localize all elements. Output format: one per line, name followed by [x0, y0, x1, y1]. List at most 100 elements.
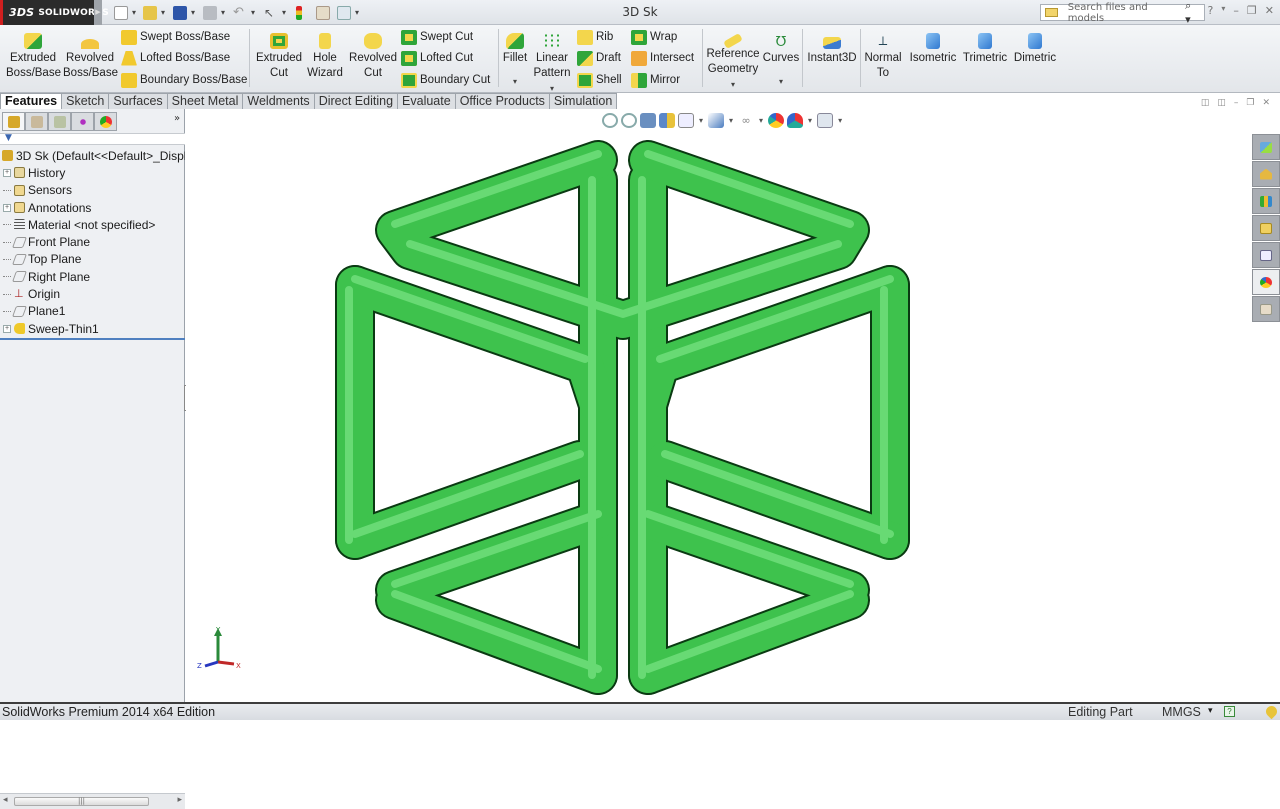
custom-properties-tab[interactable]: [1252, 296, 1280, 322]
search-box[interactable]: Search files and models ⌕ ▾: [1040, 0, 1205, 26]
tab-direct-editing[interactable]: Direct Editing: [314, 93, 399, 109]
tree-item-root[interactable]: 3D Sk (Default<<Default>_Display State 1…: [0, 147, 185, 164]
expand-icon[interactable]: +: [3, 203, 11, 212]
3d-model-swept-cube[interactable]: [186, 109, 1280, 702]
curves-button[interactable]: ℧ Curves ▾: [762, 31, 800, 89]
rollback-bar[interactable]: [0, 338, 185, 340]
search-input[interactable]: Search files and models: [1068, 2, 1185, 24]
expand-icon[interactable]: +: [3, 324, 11, 333]
view-orientation-icon[interactable]: [678, 113, 694, 128]
tab-sketch[interactable]: Sketch: [62, 93, 110, 109]
apply-scene-icon[interactable]: [787, 113, 804, 128]
viewport-restore-button[interactable]: ❐: [1246, 98, 1254, 108]
help-icon[interactable]: ?: [1208, 4, 1214, 17]
view-settings-icon[interactable]: [817, 113, 834, 128]
tree-item-top-plane[interactable]: Top Plane: [0, 251, 185, 268]
dimxpert-manager-tab[interactable]: [71, 112, 94, 131]
rebuild-pin-icon[interactable]: [1263, 703, 1280, 720]
rib-button[interactable]: Rib: [577, 28, 613, 46]
hide-show-items-icon[interactable]: ∞: [738, 113, 754, 128]
trimetric-button[interactable]: Trimetric: [960, 31, 1010, 66]
tab-evaluate[interactable]: Evaluate: [398, 93, 456, 109]
chevron-down-icon[interactable]: ▾: [729, 116, 733, 125]
swept-cut-button[interactable]: Swept Cut: [401, 28, 473, 46]
tree-item-plane1[interactable]: Plane1: [0, 303, 185, 320]
shell-button[interactable]: Shell: [577, 71, 622, 89]
boundary-cut-button[interactable]: Boundary Cut: [401, 71, 490, 89]
feature-manager-tab[interactable]: [2, 112, 25, 131]
lofted-boss-button[interactable]: Lofted Boss/Base: [121, 49, 230, 67]
tab-surfaces[interactable]: Surfaces: [109, 93, 168, 109]
normal-to-button[interactable]: ⟂ Normal To: [862, 31, 904, 81]
tree-item-sweep-thin1[interactable]: + Sweep-Thin1: [0, 320, 185, 337]
tree-item-history[interactable]: + History: [0, 164, 185, 181]
dimetric-button[interactable]: Dimetric: [1010, 31, 1060, 66]
hole-wizard-button[interactable]: Hole Wizard: [302, 31, 348, 81]
configuration-manager-tab[interactable]: [48, 112, 71, 131]
tree-item-annotations[interactable]: + Annotations: [0, 199, 185, 216]
view-palette-tab[interactable]: [1252, 215, 1280, 241]
appearances-scenes-tab[interactable]: [1252, 269, 1280, 295]
section-view-icon[interactable]: [659, 113, 675, 128]
tab-weldments[interactable]: Weldments: [243, 93, 315, 109]
design-library-tab[interactable]: [1252, 161, 1280, 187]
chevron-down-icon[interactable]: ▾: [762, 74, 800, 89]
chevron-down-icon[interactable]: ▾: [699, 116, 703, 125]
tree-item-origin[interactable]: ⊥ Origin: [0, 285, 185, 302]
appearances-tab[interactable]: [1252, 242, 1280, 268]
instant3d-button[interactable]: Instant3D: [804, 31, 860, 66]
display-manager-tab[interactable]: [94, 112, 117, 131]
lofted-cut-button[interactable]: Lofted Cut: [401, 49, 473, 67]
scroll-right-icon[interactable]: ▸: [177, 795, 182, 805]
tab-sheet-metal[interactable]: Sheet Metal: [167, 93, 244, 109]
chevron-down-icon[interactable]: ▾: [1208, 705, 1213, 716]
chevron-down-icon[interactable]: ▾: [838, 116, 842, 125]
tree-item-right-plane[interactable]: Right Plane: [0, 268, 185, 285]
search-icon[interactable]: ⌕ ▾: [1185, 0, 1200, 26]
chevron-down-icon[interactable]: ▾: [759, 116, 763, 125]
scroll-left-icon[interactable]: ◂: [3, 795, 8, 805]
scrollbar-thumb[interactable]: |||: [14, 797, 149, 806]
zoom-to-area-icon[interactable]: [621, 113, 637, 128]
minimize-button[interactable]: –: [1233, 4, 1239, 17]
fillet-button[interactable]: Fillet ▾: [501, 31, 529, 89]
tab-features[interactable]: Features: [0, 93, 63, 109]
reference-geometry-button[interactable]: Reference Geometry ▾: [704, 31, 762, 92]
solidworks-resources-tab[interactable]: [1252, 134, 1280, 160]
revolved-cut-button[interactable]: Revolved Cut: [347, 31, 399, 81]
viewport-minimize-button[interactable]: –: [1234, 98, 1239, 108]
property-manager-tab[interactable]: [25, 112, 48, 131]
extruded-boss-button[interactable]: Extruded Boss/Base: [6, 31, 61, 81]
chevron-down-icon[interactable]: ▾: [501, 74, 529, 89]
draft-button[interactable]: Draft: [577, 49, 621, 67]
chevron-down-icon[interactable]: ▾: [1221, 4, 1225, 17]
chevron-down-icon[interactable]: ▾: [704, 77, 762, 92]
tree-item-sensors[interactable]: Sensors: [0, 182, 185, 199]
linear-pattern-button[interactable]: Linear Pattern ▾: [531, 31, 573, 96]
chevron-down-icon[interactable]: ▾: [808, 116, 812, 125]
viewport-close-button[interactable]: ✕: [1262, 98, 1270, 108]
tile-vertical-icon[interactable]: ◫: [1217, 98, 1226, 108]
close-button[interactable]: ✕: [1265, 4, 1274, 17]
revolved-boss-button[interactable]: Revolved Boss/Base: [63, 31, 118, 81]
wrap-button[interactable]: Wrap: [631, 28, 677, 46]
zoom-to-fit-icon[interactable]: [602, 113, 618, 128]
tree-item-front-plane[interactable]: Front Plane: [0, 233, 185, 250]
unit-system-selector[interactable]: MMGS: [1162, 705, 1201, 719]
isometric-button[interactable]: Isometric: [906, 31, 960, 66]
expand-icon[interactable]: +: [3, 168, 11, 177]
swept-boss-button[interactable]: Swept Boss/Base: [121, 28, 230, 46]
more-tabs-button[interactable]: »: [174, 113, 180, 124]
tree-filter[interactable]: ▼: [0, 133, 185, 145]
intersect-button[interactable]: Intersect: [631, 49, 694, 67]
tab-simulation[interactable]: Simulation: [549, 93, 618, 109]
tree-item-material[interactable]: Material <not specified>: [0, 216, 185, 233]
boundary-boss-button[interactable]: Boundary Boss/Base: [121, 71, 247, 89]
tile-horizontal-icon[interactable]: ◫: [1201, 98, 1210, 108]
display-style-icon[interactable]: [708, 113, 725, 128]
previous-view-icon[interactable]: [640, 113, 656, 128]
panel-horizontal-scrollbar[interactable]: ◂ ||| ▸: [0, 793, 185, 809]
mirror-button[interactable]: Mirror: [631, 71, 680, 89]
quick-tips-icon[interactable]: ?: [1224, 706, 1235, 717]
restore-button[interactable]: ❐: [1247, 4, 1257, 17]
